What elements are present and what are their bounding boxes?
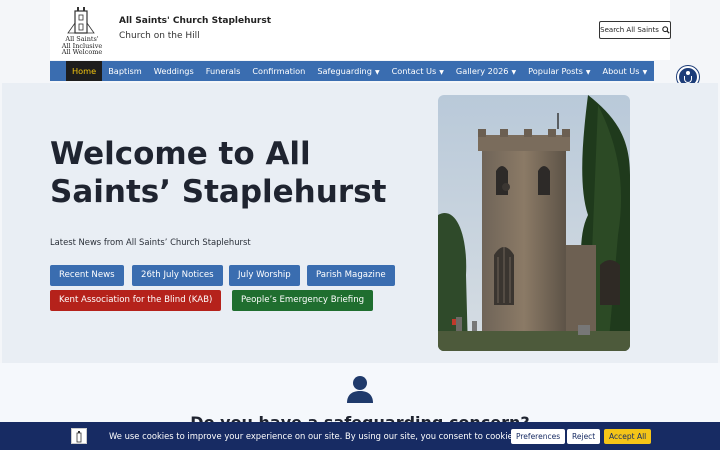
cookie-logo-icon — [71, 428, 87, 444]
person-icon — [347, 376, 373, 403]
nav-item-gallery[interactable]: Gallery 2026 ▼ — [450, 61, 522, 81]
hero-title: Welcome to All Saints’ Staplehurst — [50, 136, 387, 210]
nav-item-label: Confirmation — [252, 66, 306, 76]
logo-line: All Welcome — [61, 48, 103, 56]
church-tower-logo-icon — [67, 7, 95, 34]
church-tower-image — [438, 95, 630, 351]
cookie-preferences-button[interactable]: Preferences — [511, 429, 566, 444]
site-header: All Saints' All Inclusive All Welcome Al… — [50, 0, 671, 60]
nav-item-weddings[interactable]: Weddings — [148, 61, 200, 81]
nav-item-confirmation[interactable]: Confirmation — [246, 61, 311, 81]
nav-item-about-us[interactable]: About Us ▼ — [596, 61, 653, 81]
nav-item-safeguarding[interactable]: Safeguarding ▼ — [311, 61, 385, 81]
site-title[interactable]: All Saints' Church Staplehurst — [119, 16, 271, 26]
kab-button[interactable]: Kent Association for the Blind (KAB) — [50, 290, 222, 311]
church-photo — [438, 95, 630, 351]
caret-down-icon: ▼ — [374, 69, 380, 76]
nav-item-label: About Us — [602, 66, 640, 76]
hero-subtitle: Latest News from All Saints’ Church Stap… — [50, 237, 251, 247]
nav-item-label: Safeguarding — [317, 66, 372, 76]
nav-item-label: Baptism — [108, 66, 142, 76]
nav-item-popular-posts[interactable]: Popular Posts ▼ — [522, 61, 596, 81]
search-button-label: Search All Saints — [600, 26, 659, 34]
nav-item-contact-us[interactable]: Contact Us ▼ — [386, 61, 450, 81]
recent-news-button[interactable]: Recent News — [50, 265, 124, 286]
nav-item-label: Popular Posts — [528, 66, 583, 76]
caret-down-icon: ▼ — [439, 69, 444, 76]
hero-section: Welcome to All Saints’ Staplehurst Lates… — [2, 83, 718, 363]
logo-motto: All Saints' All Inclusive All Welcome — [56, 36, 108, 56]
caret-down-icon: ▼ — [585, 69, 591, 76]
church-logo[interactable]: All Saints' All Inclusive All Welcome — [56, 3, 106, 59]
emergency-briefing-button[interactable]: People’s Emergency Briefing — [232, 290, 374, 311]
nav-item-label: Weddings — [153, 66, 194, 76]
search-button[interactable]: Search All Saints — [599, 21, 671, 39]
cookie-accept-button[interactable]: Accept All — [604, 429, 652, 444]
nav-item-label: Funerals — [205, 66, 241, 76]
cookie-banner: We use cookies to improve your experienc… — [0, 422, 720, 450]
caret-down-icon: ▼ — [642, 69, 648, 76]
caret-down-icon: ▼ — [511, 69, 517, 76]
nav-item-label: Contact Us — [391, 66, 437, 76]
search-icon — [662, 26, 670, 34]
nav-item-label: Gallery 2026 — [455, 66, 509, 76]
site-tagline: Church on the Hill — [119, 31, 200, 41]
cookie-message: We use cookies to improve your experienc… — [109, 431, 520, 441]
parish-magazine-button[interactable]: Parish Magazine — [307, 265, 395, 286]
nav-item-home[interactable]: Home — [66, 61, 103, 81]
notices-button[interactable]: 26th July Notices — [132, 265, 223, 286]
main-nav: Home Baptism Weddings Funerals Confirmat… — [50, 61, 654, 81]
nav-item-label: Home — [72, 66, 97, 76]
nav-item-funerals[interactable]: Funerals — [200, 61, 247, 81]
cookie-reject-button[interactable]: Reject — [567, 429, 601, 444]
july-worship-button[interactable]: July Worship — [229, 265, 300, 286]
nav-item-baptism[interactable]: Baptism — [102, 61, 148, 81]
